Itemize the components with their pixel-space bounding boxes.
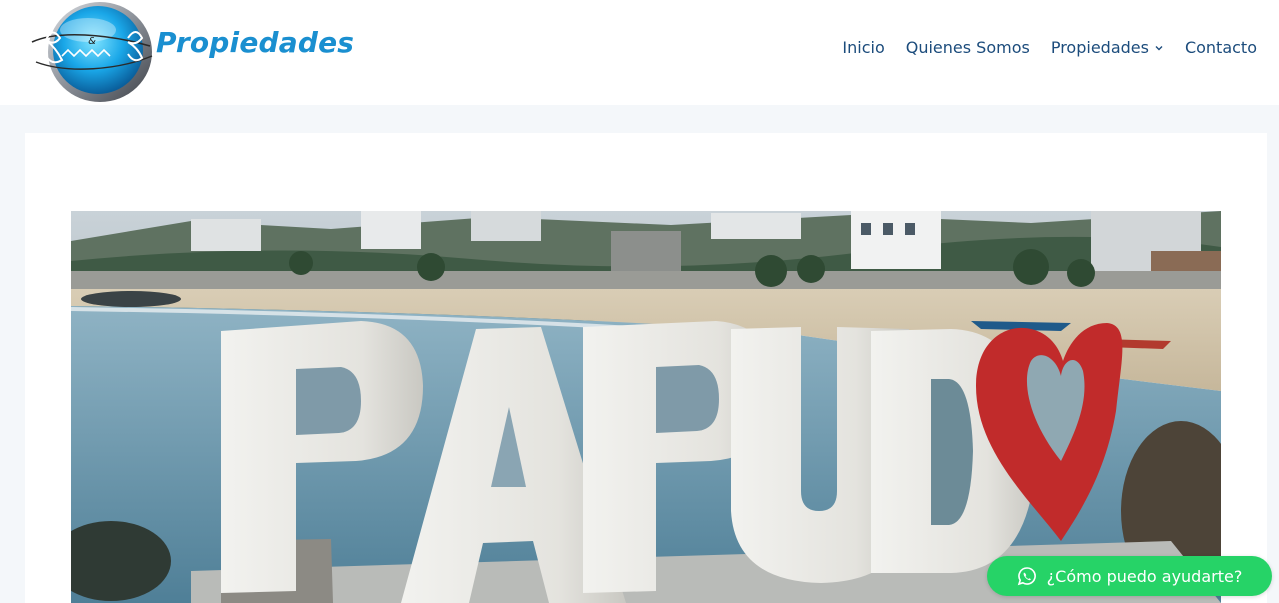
logo-ampersand: & [88, 36, 96, 47]
nav-item-label: Inicio [842, 38, 885, 57]
logo-text: Propiedades [156, 26, 355, 59]
nav-item-label: Propiedades [1050, 38, 1149, 57]
nav-item-label: Quienes Somos [905, 38, 1030, 57]
main-nav: Inicio Quienes Somos Propiedades Contact… [842, 38, 1257, 57]
site-logo[interactable]: & Propiedades [28, 0, 354, 105]
nav-item-label: Contacto [1184, 38, 1257, 57]
chevron-down-icon [1155, 45, 1163, 50]
nav-item-quienes-somos[interactable]: Quienes Somos [906, 38, 1030, 57]
whatsapp-chat-button[interactable]: ¿Cómo puedo ayudarte? [987, 556, 1272, 596]
nav-item-propiedades[interactable]: Propiedades [1051, 38, 1164, 57]
hero-image [71, 211, 1221, 603]
whatsapp-icon [1017, 567, 1036, 586]
site-header: & Propiedades Inicio Quienes Somos Propi… [0, 0, 1279, 105]
whatsapp-chat-label: ¿Cómo puedo ayudarte? [1046, 566, 1243, 586]
logo-mark-icon: & [31, 2, 153, 102]
nav-item-contacto[interactable]: Contacto [1185, 38, 1257, 57]
nav-item-inicio[interactable]: Inicio [842, 38, 884, 57]
hero-illustration [71, 211, 1221, 603]
